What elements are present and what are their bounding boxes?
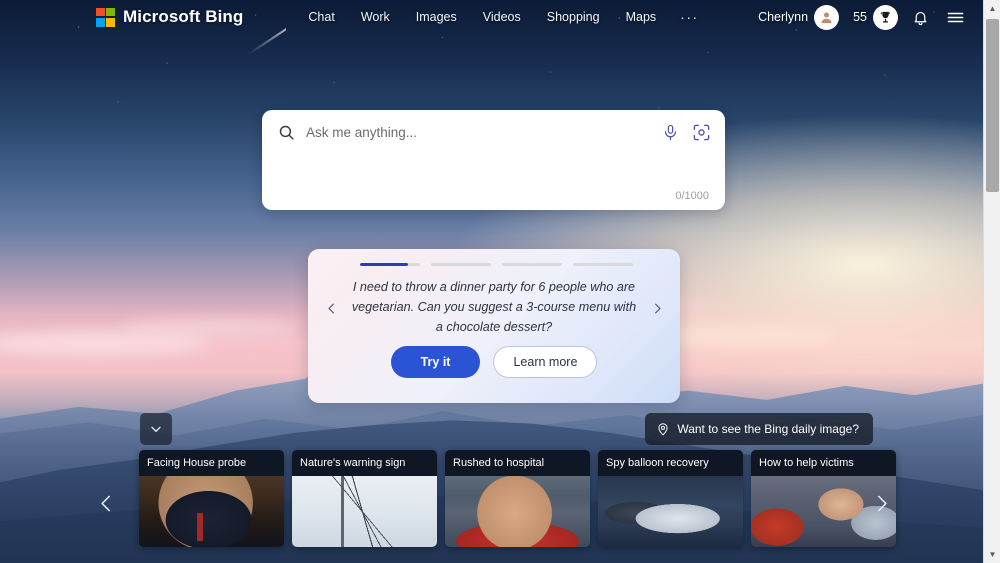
chevron-down-icon xyxy=(151,426,161,432)
search-input-row xyxy=(262,110,725,154)
rewards-button[interactable]: 55 xyxy=(853,4,898,30)
rewards-badge[interactable] xyxy=(873,4,898,30)
chevron-right-icon xyxy=(877,495,887,511)
scrollbar-thumb[interactable] xyxy=(986,19,999,192)
search-icon[interactable] xyxy=(278,124,295,141)
visual-search-camera-icon[interactable] xyxy=(692,123,711,142)
header-right-cluster: Cherlynn 55 xyxy=(758,4,968,30)
account-button[interactable]: Cherlynn xyxy=(758,4,840,30)
notifications-button[interactable] xyxy=(907,4,933,30)
try-it-button[interactable]: Try it xyxy=(390,346,481,378)
news-card[interactable]: Facing House probe xyxy=(139,450,284,547)
carousel-next-button[interactable] xyxy=(639,301,675,316)
search-actions xyxy=(662,123,711,142)
app-menu-button[interactable] xyxy=(942,4,968,30)
scroll-up-button[interactable]: ▲ xyxy=(984,0,1000,17)
news-card-image xyxy=(598,476,743,547)
hamburger-menu-icon xyxy=(947,12,963,22)
collapse-feed-button[interactable] xyxy=(140,413,172,445)
primary-nav: Chat Work Images Videos Shopping Maps ··… xyxy=(295,5,709,29)
news-card-title: Spy balloon recovery xyxy=(598,450,743,476)
nav-chat[interactable]: Chat xyxy=(295,5,347,29)
news-card-title: Rushed to hospital xyxy=(445,450,590,476)
carousel-progress-1[interactable] xyxy=(360,263,420,266)
carousel-progress-indicators xyxy=(308,249,680,266)
rewards-count: 55 xyxy=(853,10,867,24)
learn-more-button[interactable]: Learn more xyxy=(493,346,598,378)
nav-maps[interactable]: Maps xyxy=(613,5,670,29)
news-card[interactable]: Spy balloon recovery xyxy=(598,450,743,547)
news-prev-button[interactable] xyxy=(89,486,123,520)
news-carousel: Facing House probe Nature's warning sign… xyxy=(0,450,983,563)
carousel-progress-4[interactable] xyxy=(573,263,633,266)
news-card-image xyxy=(139,476,284,547)
avatar[interactable] xyxy=(814,4,840,30)
news-card[interactable]: Nature's warning sign xyxy=(292,450,437,547)
suggestion-carousel: I need to throw a dinner party for 6 peo… xyxy=(308,249,680,403)
nav-videos[interactable]: Videos xyxy=(470,5,534,29)
nav-shopping[interactable]: Shopping xyxy=(534,5,613,29)
bell-icon xyxy=(914,11,926,25)
microphone-icon[interactable] xyxy=(662,123,679,142)
search-input[interactable] xyxy=(306,124,662,140)
chevron-right-icon xyxy=(654,303,661,313)
news-card-track: Facing House probe Nature's warning sign… xyxy=(139,450,896,547)
chevron-left-icon xyxy=(100,495,110,511)
news-card-image xyxy=(292,476,437,547)
carousel-progress-2[interactable] xyxy=(431,263,491,266)
bing-daily-image-button[interactable]: Want to see the Bing daily image? xyxy=(645,413,873,445)
character-counter: 0/1000 xyxy=(675,190,709,202)
suggestion-actions: Try it Learn more xyxy=(308,346,680,378)
news-card-title: Nature's warning sign xyxy=(292,450,437,476)
location-pin-icon xyxy=(658,423,668,436)
news-card-image xyxy=(445,476,590,547)
daily-image-label: Want to see the Bing daily image? xyxy=(677,422,859,436)
trophy-icon xyxy=(880,11,890,22)
bing-logo-link[interactable]: Microsoft Bing xyxy=(96,7,243,27)
news-card-title: How to help victims xyxy=(751,450,896,476)
chevron-left-icon xyxy=(327,303,334,313)
nav-work[interactable]: Work xyxy=(348,5,403,29)
suggestion-text: I need to throw a dinner party for 6 peo… xyxy=(351,280,637,334)
scroll-down-button[interactable]: ▼ xyxy=(984,546,1000,563)
user-name-label: Cherlynn xyxy=(758,10,809,24)
person-icon xyxy=(821,12,832,23)
nav-more-overflow[interactable]: ··· xyxy=(669,6,710,28)
news-card-title: Facing House probe xyxy=(139,450,284,476)
carousel-progress-3[interactable] xyxy=(502,263,562,266)
carousel-prev-button[interactable] xyxy=(313,301,349,316)
news-next-button[interactable] xyxy=(864,486,898,520)
suggestion-body: I need to throw a dinner party for 6 peo… xyxy=(308,266,680,350)
vertical-scrollbar[interactable]: ▲ ▼ xyxy=(983,0,1000,563)
search-box[interactable]: 0/1000 xyxy=(262,110,725,210)
microsoft-logo-icon xyxy=(96,7,115,27)
news-card[interactable]: Rushed to hospital xyxy=(445,450,590,547)
brand-name: Microsoft Bing xyxy=(123,7,244,26)
cloud xyxy=(120,318,300,336)
nav-images[interactable]: Images xyxy=(403,5,470,29)
top-navigation-bar: Microsoft Bing Chat Work Images Videos S… xyxy=(0,0,983,34)
